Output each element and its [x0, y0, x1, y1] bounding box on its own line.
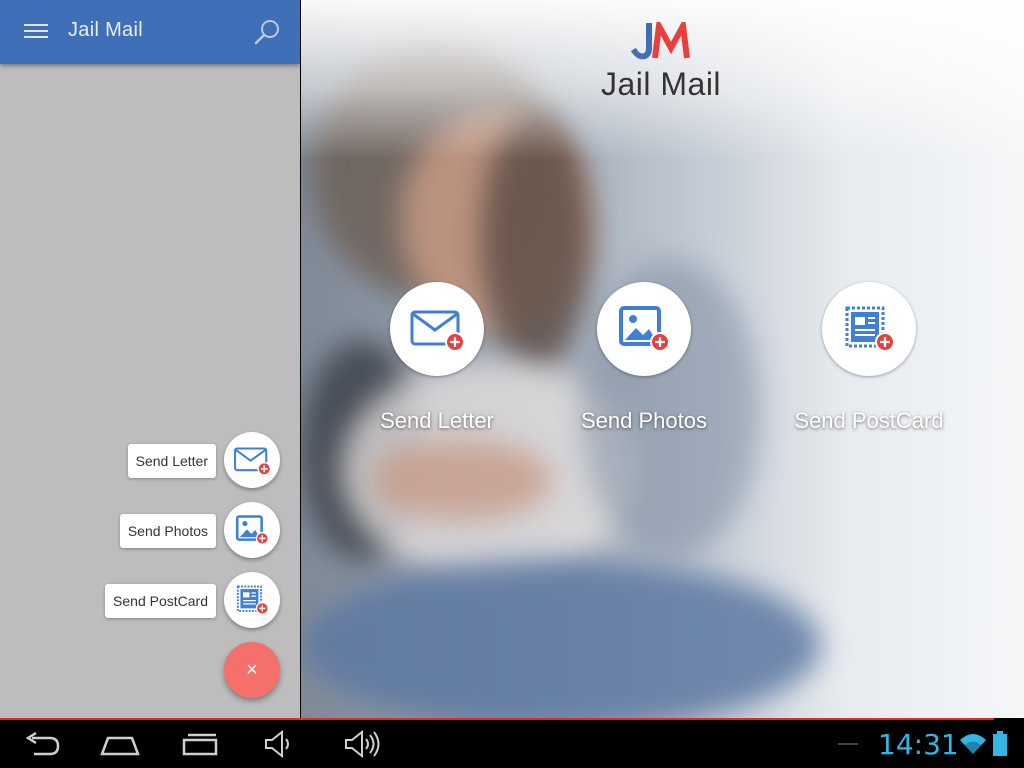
search-icon[interactable] — [250, 16, 284, 48]
hero-send-photos[interactable]: Send Photos — [554, 282, 734, 434]
app-title: Jail Mail — [68, 19, 143, 41]
fab-send-photos-button[interactable] — [224, 502, 280, 558]
app-bar: Jail Mail — [0, 0, 300, 64]
envelope-plus-icon — [410, 310, 465, 352]
fab-send-photos[interactable]: Send Photos — [0, 502, 284, 558]
postcard-plus-icon — [845, 306, 895, 352]
status-divider — [838, 743, 858, 745]
hero-send-letter-button[interactable] — [390, 282, 484, 376]
fab-send-letter-label[interactable]: Send Letter — [127, 444, 216, 478]
fab-send-letter[interactable]: Send Letter — [0, 432, 284, 488]
hero-banner: Jail Mail Send Letter Send Photos Send P… — [301, 0, 1024, 718]
hero-send-letter[interactable]: Send Letter — [347, 282, 527, 434]
volume-up-icon[interactable] — [340, 728, 384, 760]
jm-logo-mark — [630, 22, 690, 60]
photo-plus-icon — [235, 515, 269, 545]
hero-send-postcard-button[interactable] — [822, 282, 916, 376]
volume-down-icon[interactable] — [258, 728, 302, 760]
hero-send-postcard[interactable]: Send PostCard — [779, 282, 959, 434]
recent-apps-icon[interactable] — [178, 728, 222, 760]
fab-send-postcard-label[interactable]: Send PostCard — [105, 584, 216, 618]
fab-send-letter-button[interactable] — [224, 432, 280, 488]
logo-text: Jail Mail — [600, 66, 722, 102]
screen: Jail Mail Jail Mail Send Letter Send Pho… — [0, 0, 1024, 768]
fab-send-photos-label[interactable]: Send Photos — [119, 514, 216, 548]
close-icon[interactable]: × — [224, 642, 280, 698]
system-navigation-bar — [0, 720, 1024, 768]
battery-icon — [993, 731, 1007, 756]
fab-send-postcard[interactable]: Send PostCard — [0, 572, 284, 628]
fab-send-postcard-button[interactable] — [224, 572, 280, 628]
hero-send-photos-label[interactable]: Send Photos — [554, 408, 734, 434]
home-icon[interactable] — [98, 728, 142, 760]
envelope-plus-icon — [234, 447, 271, 476]
postcard-plus-icon — [236, 585, 269, 615]
back-icon[interactable] — [20, 728, 64, 760]
hero-send-postcard-label[interactable]: Send PostCard — [779, 408, 959, 434]
hamburger-menu-icon[interactable] — [20, 18, 52, 46]
hero-send-letter-label[interactable]: Send Letter — [347, 408, 527, 434]
photo-plus-icon — [619, 306, 670, 352]
hero-send-photos-button[interactable] — [597, 282, 691, 376]
wifi-icon — [960, 734, 986, 754]
clock: 14:31 — [878, 728, 959, 761]
